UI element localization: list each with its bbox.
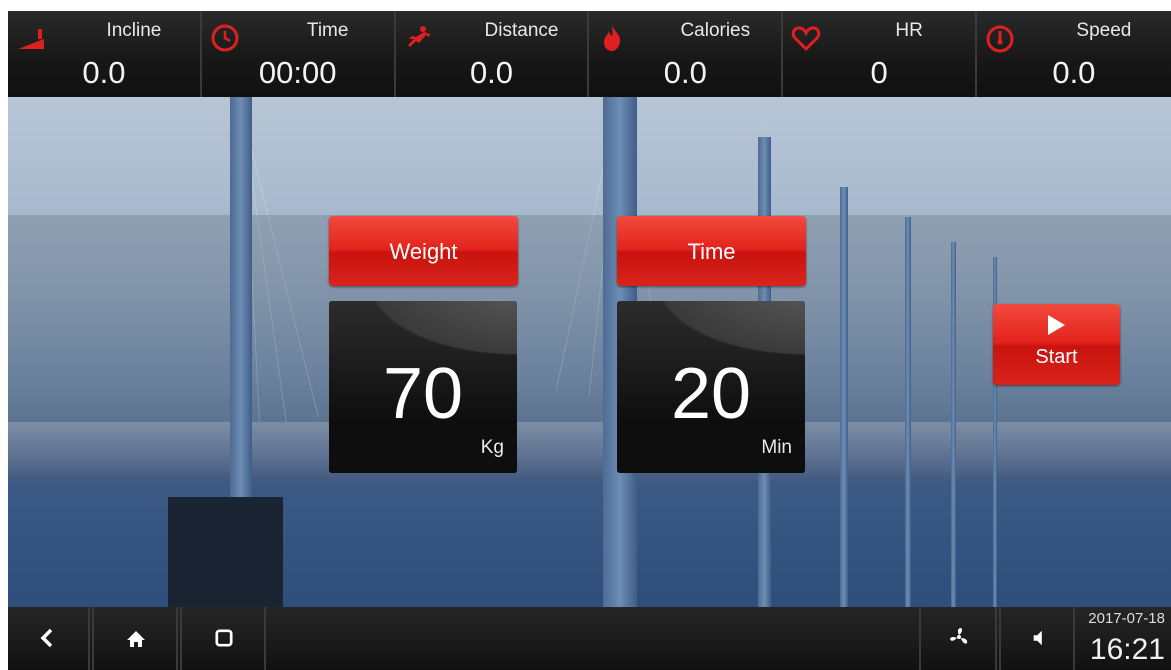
stat-value: 0.0 (663, 55, 707, 90)
time-button[interactable]: Time (617, 216, 806, 286)
date-text: 2017-07-18 (1088, 610, 1165, 627)
time-value-display[interactable]: 20 Min (617, 301, 805, 473)
weight-label: Weight (389, 239, 458, 264)
back-chevron-icon (40, 628, 53, 648)
stat-distance: Distance 0.0 (396, 11, 590, 97)
home-button[interactable] (92, 607, 178, 670)
recent-apps-icon (215, 629, 233, 647)
stat-speed: Speed 0.0 (977, 11, 1171, 97)
fan-button[interactable] (919, 607, 997, 670)
system-navbar: 2017-07-18 16:21 (8, 607, 1171, 670)
stat-label: HR (895, 20, 923, 41)
stat-value: 0.0 (1052, 55, 1096, 90)
play-icon (1048, 315, 1065, 335)
start-button[interactable]: Start (993, 304, 1120, 385)
stat-hr: HR 0 (783, 11, 977, 97)
stat-label: Incline (106, 20, 162, 41)
weight-value-display[interactable]: 70 Kg (329, 301, 517, 473)
stat-value: 0 (870, 55, 888, 90)
clock-text: 16:21 (1089, 633, 1165, 666)
time-value: 20 (670, 354, 752, 434)
stat-incline: Incline 0.0 (8, 11, 202, 97)
weight-value: 70 (382, 354, 464, 434)
home-icon (127, 631, 145, 647)
fan-icon (950, 628, 968, 644)
treadmill-screen: Incline 0.0 Time 00:00 Distance 0.0 Calo… (8, 11, 1171, 670)
time-unit: Min (761, 437, 792, 458)
weight-button[interactable]: Weight (329, 216, 518, 286)
time-label: Time (687, 239, 736, 264)
volume-button[interactable] (999, 607, 1075, 670)
start-label: Start (1035, 346, 1078, 368)
stats-bar: Incline 0.0 Time 00:00 Distance 0.0 Calo… (8, 11, 1171, 97)
stat-value: 00:00 (258, 55, 337, 90)
stat-label: Time (306, 20, 349, 41)
stat-label: Calories (680, 20, 751, 41)
volume-icon (1033, 630, 1042, 646)
stat-value: 0.0 (82, 55, 126, 90)
back-button[interactable] (8, 607, 90, 670)
stat-calories: Calories 0.0 (589, 11, 784, 97)
weight-unit: Kg (480, 437, 504, 458)
stat-label: Speed (1076, 20, 1132, 41)
stat-time: Time 00:00 (202, 11, 396, 97)
stat-value: 0.0 (469, 55, 514, 90)
recent-apps-button[interactable] (180, 607, 266, 670)
stat-label: Distance (484, 20, 559, 41)
